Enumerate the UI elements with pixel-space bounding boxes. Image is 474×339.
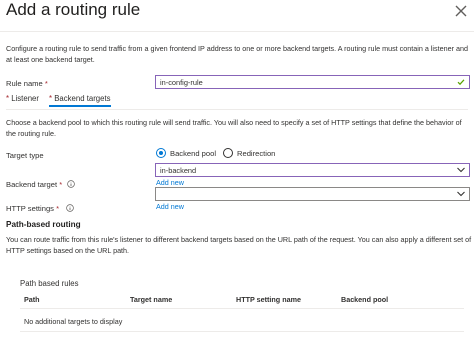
path-rules-title: Path based rules xyxy=(20,279,79,288)
chevron-down-icon xyxy=(457,167,465,173)
grid-bottom-divider xyxy=(20,331,464,332)
column-header-http-setting-name: HTTP setting name xyxy=(236,295,301,304)
backend-target-dropdown[interactable] xyxy=(155,187,470,201)
info-icon[interactable] xyxy=(67,180,75,188)
tab-backend-targets[interactable]: * Backend targets xyxy=(48,94,111,107)
rule-name-label: Rule name * xyxy=(6,79,48,88)
backend-target-label: Backend target * xyxy=(6,180,63,189)
tab-bar: * Listener * Backend targets xyxy=(6,94,111,107)
radio-backend-pool-label: Backend pool xyxy=(170,148,217,158)
checkmark-icon xyxy=(457,79,465,86)
radio-redirection-indicator xyxy=(223,148,233,158)
info-icon[interactable] xyxy=(66,204,74,212)
grid-header-divider xyxy=(20,308,464,309)
http-settings-label: HTTP settings * xyxy=(6,204,60,213)
backend-pool-add-new-link[interactable]: Add new xyxy=(156,178,184,187)
backend-pool-dropdown[interactable]: in-backend xyxy=(155,163,470,177)
radio-redirection-label: Redirection xyxy=(237,148,276,158)
radio-backend-pool[interactable]: Backend pool xyxy=(156,148,216,158)
target-type-label: Target type xyxy=(6,151,44,160)
http-settings-add-new-link[interactable]: Add new xyxy=(156,202,184,211)
backend-pool-value: in-backend xyxy=(160,166,197,175)
radio-redirection[interactable]: Redirection xyxy=(223,148,275,158)
path-based-routing-description: You can route traffic from this rule's l… xyxy=(6,235,472,255)
close-icon[interactable] xyxy=(454,4,468,18)
rule-name-input[interactable]: in-config-rule xyxy=(155,75,470,89)
empty-state-text: No additional targets to display xyxy=(24,317,123,326)
tab-divider xyxy=(6,109,468,110)
page-description: Configure a routing rule to send traffic… xyxy=(6,44,468,64)
column-header-path: Path xyxy=(24,295,40,304)
tab-listener[interactable]: * Listener xyxy=(6,94,39,107)
column-header-backend-pool: Backend pool xyxy=(341,295,389,304)
column-header-target-name: Target name xyxy=(130,295,173,304)
radio-backend-pool-indicator xyxy=(156,148,166,158)
rule-name-value: in-config-rule xyxy=(160,78,203,87)
page-title: Add a routing rule xyxy=(6,0,141,19)
path-based-routing-title: Path-based routing xyxy=(6,220,81,229)
chevron-down-icon xyxy=(457,191,465,197)
header-divider xyxy=(0,31,474,32)
backend-description: Choose a backend pool to which this rout… xyxy=(6,118,462,138)
